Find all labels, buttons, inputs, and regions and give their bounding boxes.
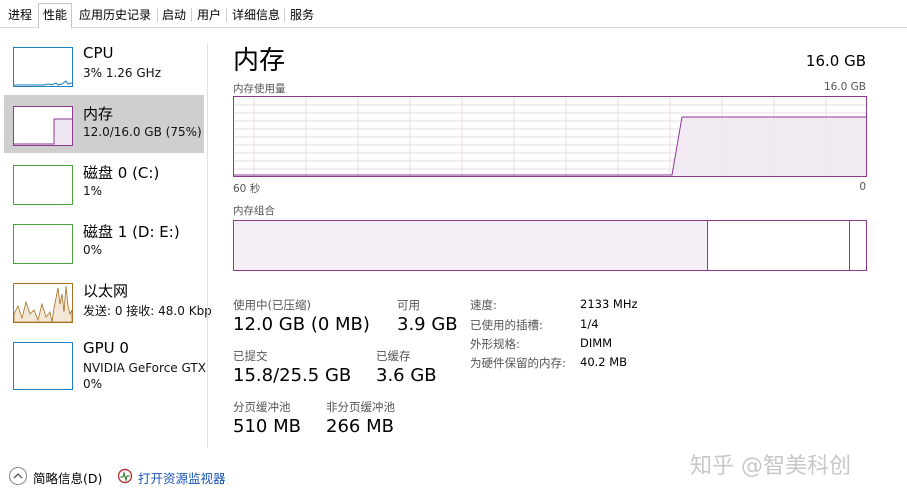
sidebar-item-subtitle: 1% — [83, 184, 103, 198]
tab-app-history[interactable]: 应用历史记录 — [74, 3, 156, 27]
fewer-details-link[interactable]: 简略信息(D) — [33, 468, 102, 487]
sidebar-item-memory[interactable]: 内存 12.0/16.0 GB (75%) — [4, 95, 204, 153]
paged-pool-label: 分页缓冲池 — [233, 400, 291, 414]
composition-in-use-segment[interactable] — [234, 221, 708, 270]
total-memory: 16.0 GB — [805, 52, 866, 70]
gpu-thumbnail-graph — [13, 342, 73, 390]
tab-services[interactable]: 服务 — [285, 3, 319, 27]
available-value: 3.9 GB — [397, 314, 458, 335]
hardware-reserved-value: 40.2 MB — [580, 355, 628, 369]
slots-value: 1/4 — [580, 317, 599, 331]
cached-value: 3.6 GB — [376, 365, 437, 386]
resource-sidebar: CPU 3% 1.26 GHz 内存 12.0/16.0 GB (75%) 磁盘… — [0, 33, 212, 453]
tab-startup[interactable]: 启动 — [157, 3, 191, 27]
nonpaged-pool-label: 非分页缓冲池 — [326, 400, 395, 414]
composition-standby-segment[interactable] — [708, 221, 850, 270]
chevron-up-icon[interactable] — [9, 467, 27, 485]
committed-label: 已提交 — [233, 349, 268, 363]
usage-graph-max: 16.0 GB — [823, 81, 866, 93]
committed-value: 15.8/25.5 GB — [233, 365, 352, 386]
sidebar-item-subtitle: 发送: 0 接收: 48.0 Kbp — [83, 304, 212, 318]
sidebar-item-disk-0[interactable]: 磁盘 0 (C:) 1% — [4, 154, 204, 212]
form-factor-value: DIMM — [580, 336, 613, 350]
sidebar-item-title: 以太网 — [83, 282, 129, 300]
graph-time-left: 60 秒 — [233, 183, 261, 195]
sidebar-item-title: GPU 0 — [83, 339, 129, 357]
tab-processes[interactable]: 进程 — [3, 3, 37, 27]
graph-time-right: 0 — [859, 181, 866, 193]
tab-performance[interactable]: 性能 — [38, 3, 73, 29]
disk-thumbnail-graph — [13, 224, 73, 264]
tab-details[interactable]: 详细信息 — [227, 3, 285, 27]
sidebar-item-title: 磁盘 1 (D: E:) — [83, 223, 180, 241]
ethernet-thumbnail-graph — [13, 283, 73, 323]
composition-label: 内存组合 — [233, 205, 275, 217]
nonpaged-pool-value: 266 MB — [326, 416, 394, 437]
speed-value: 2133 MHz — [580, 297, 638, 311]
page-title: 内存 — [233, 46, 286, 76]
sidebar-item-subtitle: 0% — [83, 377, 103, 391]
sidebar-item-gpu-0[interactable]: GPU 0 NVIDIA GeForce GTX 0% — [4, 331, 206, 393]
in-use-value: 12.0 GB (0 MB) — [233, 314, 370, 335]
memory-thumbnail-graph — [13, 106, 73, 146]
available-label: 可用 — [397, 298, 420, 312]
speed-label: 速度: — [470, 298, 497, 312]
watermark: 知乎 @智美科创 — [690, 454, 851, 479]
sidebar-item-cpu[interactable]: CPU 3% 1.26 GHz — [4, 36, 204, 94]
sidebar-item-subtitle: NVIDIA GeForce GTX — [83, 361, 206, 375]
sidebar-item-ethernet[interactable]: 以太网 发送: 0 接收: 48.0 Kbp — [4, 272, 212, 330]
hardware-reserved-label: 为硬件保留的内存: — [470, 356, 566, 370]
sidebar-item-title: CPU — [83, 44, 114, 62]
tab-users[interactable]: 用户 — [192, 3, 226, 27]
sidebar-item-title: 内存 — [83, 105, 114, 123]
tab-bar: 进程 性能 应用历史记录 启动 用户 详细信息 服务 — [0, 0, 907, 29]
usage-graph-label: 内存使用量 — [233, 83, 286, 95]
disk-thumbnail-graph — [13, 165, 73, 205]
paged-pool-value: 510 MB — [233, 416, 301, 437]
slots-label: 已使用的插槽: — [470, 318, 543, 332]
open-resource-monitor-link[interactable]: 打开资源监视器 — [138, 468, 226, 487]
in-use-label: 使用中(已压缩) — [233, 298, 311, 312]
cpu-thumbnail-graph — [13, 47, 73, 87]
sidebar-item-subtitle: 12.0/16.0 GB (75%) — [83, 125, 202, 139]
panel-divider[interactable] — [207, 44, 208, 448]
sidebar-item-subtitle: 0% — [83, 243, 103, 257]
form-factor-label: 外形规格: — [470, 337, 520, 351]
cached-label: 已缓存 — [376, 349, 411, 363]
memory-usage-graph — [233, 96, 867, 177]
sidebar-item-subtitle: 3% 1.26 GHz — [83, 66, 162, 80]
sidebar-item-disk-1[interactable]: 磁盘 1 (D: E:) 0% — [4, 213, 204, 271]
memory-composition-bar[interactable] — [233, 220, 867, 271]
sidebar-item-title: 磁盘 0 (C:) — [83, 164, 160, 182]
resource-monitor-icon[interactable] — [117, 468, 133, 484]
